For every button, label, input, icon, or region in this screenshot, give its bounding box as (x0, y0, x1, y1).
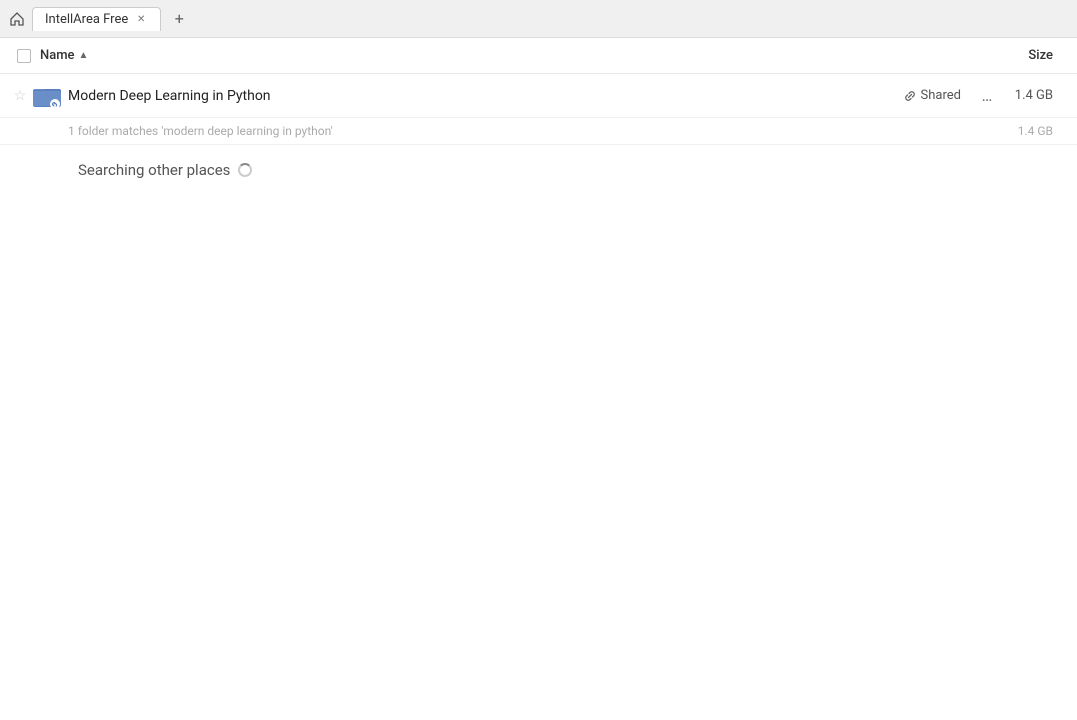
file-name: Modern Deep Learning in Python (68, 88, 903, 104)
name-label: Name (40, 48, 75, 63)
tab-close-button[interactable]: ✕ (134, 12, 148, 26)
folder-icon (32, 84, 64, 108)
shared-label: Shared (921, 88, 961, 103)
link-icon (903, 89, 917, 103)
shared-badge: Shared (903, 88, 961, 103)
match-info-row: 1 folder matches 'modern deep learning i… (0, 118, 1077, 145)
star-button[interactable]: ☆ (8, 88, 32, 104)
tab-label: IntellArea Free (45, 12, 128, 27)
sort-arrow-icon: ▲ (79, 50, 89, 61)
select-all-checkbox[interactable] (8, 49, 40, 63)
name-column-header[interactable]: Name ▲ (40, 48, 989, 63)
match-info-text: 1 folder matches 'modern deep learning i… (68, 124, 1018, 138)
new-tab-button[interactable]: + (167, 7, 191, 31)
column-headers: Name ▲ Size (0, 38, 1077, 74)
size-column-header[interactable]: Size (989, 48, 1069, 63)
titlebar: IntellArea Free ✕ + (0, 0, 1077, 38)
more-options-button[interactable]: … (973, 82, 1001, 110)
checkbox-icon (17, 49, 31, 63)
loading-spinner (238, 163, 252, 177)
searching-label: Searching other places (78, 161, 230, 179)
searching-row: Searching other places (0, 145, 1077, 195)
home-icon[interactable] (8, 10, 26, 28)
file-row[interactable]: ☆ Modern Deep Learning in Python Shared … (0, 74, 1077, 118)
match-info-size: 1.4 GB (1018, 124, 1069, 138)
file-size: 1.4 GB (1009, 88, 1069, 103)
titlebar-tab[interactable]: IntellArea Free ✕ (32, 7, 161, 31)
